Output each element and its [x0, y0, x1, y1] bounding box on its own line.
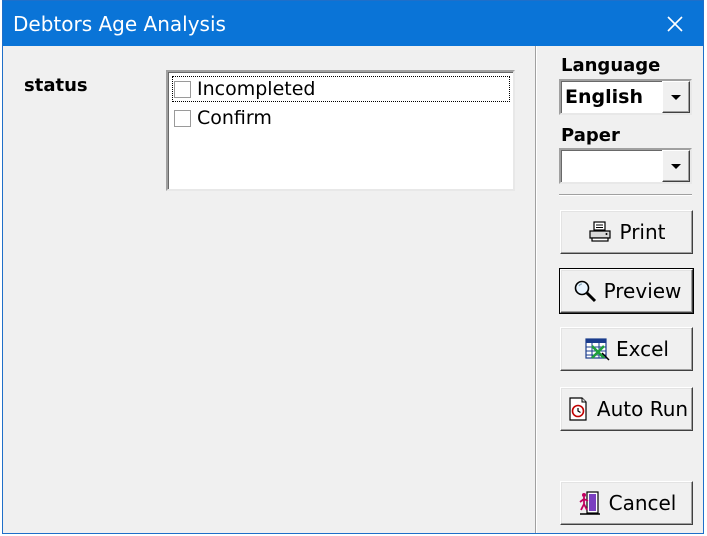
language-select[interactable]: English: [559, 79, 692, 115]
language-dropdown-button[interactable]: [662, 81, 690, 113]
language-value: English: [565, 86, 643, 108]
print-button[interactable]: Print: [560, 210, 693, 254]
status-option-incompleted[interactable]: Incompleted: [172, 76, 510, 102]
preview-button[interactable]: Preview: [559, 268, 694, 314]
paper-dropdown-button[interactable]: [662, 150, 690, 182]
magnifier-icon: [572, 278, 598, 304]
vertical-divider: [535, 46, 537, 533]
checkbox[interactable]: [174, 109, 191, 127]
spreadsheet-icon: [584, 336, 610, 362]
auto-run-button[interactable]: Auto Run: [560, 387, 693, 431]
language-label: Language: [561, 55, 661, 76]
close-button[interactable]: [647, 1, 703, 46]
preview-button-label: Preview: [603, 279, 682, 303]
status-checklist[interactable]: Incompleted Confirm: [166, 70, 515, 191]
status-option-label: Confirm: [197, 107, 272, 129]
title-bar: Debtors Age Analysis: [3, 1, 703, 46]
close-icon: [667, 15, 683, 32]
excel-button-label: Excel: [616, 337, 669, 361]
exit-door-icon: [577, 490, 603, 516]
status-label: status: [24, 75, 88, 96]
cancel-button-label: Cancel: [608, 491, 677, 515]
dialog-window: Debtors Age Analysis status Incompleted …: [2, 0, 704, 534]
print-button-label: Print: [619, 220, 666, 244]
printer-icon: [587, 219, 613, 245]
cancel-button[interactable]: Cancel: [560, 481, 693, 525]
timer-icon: [565, 396, 591, 422]
status-option-label: Incompleted: [197, 78, 316, 100]
chevron-down-icon: [671, 94, 681, 100]
horizontal-divider: [559, 194, 692, 196]
excel-button[interactable]: Excel: [560, 327, 693, 371]
window-title: Debtors Age Analysis: [13, 12, 226, 36]
auto-run-button-label: Auto Run: [596, 397, 689, 421]
chevron-down-icon: [671, 163, 681, 169]
paper-select[interactable]: [559, 148, 692, 184]
checkbox[interactable]: [174, 80, 191, 98]
paper-label: Paper: [561, 125, 620, 146]
status-option-confirm[interactable]: Confirm: [172, 105, 510, 131]
